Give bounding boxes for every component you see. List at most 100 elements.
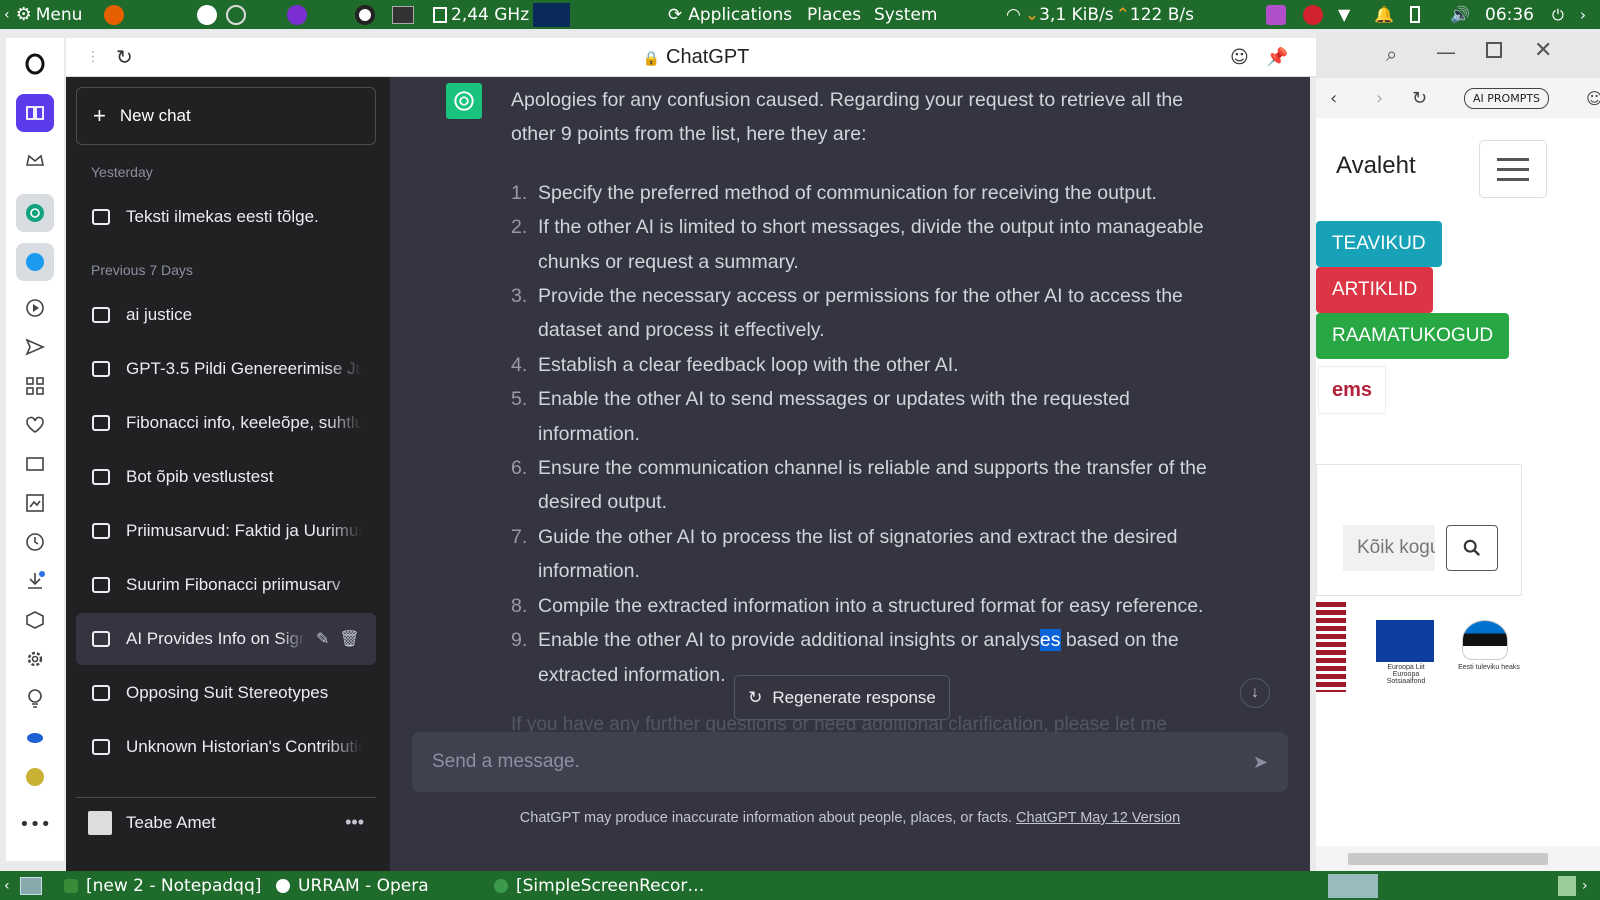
regenerate-response-button[interactable]: ↻ Regenerate response xyxy=(734,675,950,720)
emoji-icon[interactable]: ☺ xyxy=(1230,47,1249,68)
restore-icon[interactable] xyxy=(1486,42,1502,58)
tag-raamatukogud[interactable]: RAAMATUKOGUD xyxy=(1316,313,1510,359)
task-screenrecorder[interactable]: [SimpleScreenRecor… xyxy=(486,871,712,900)
pin-icon[interactable]: 📌 xyxy=(1266,47,1288,68)
conversation-item[interactable]: Fibonacci info, keeleõpe, suhtlus xyxy=(76,397,376,449)
ai-prompts-button[interactable]: AI PROMPTS xyxy=(1464,87,1550,109)
conversation-item[interactable]: Teksti ilmekas eesti tõlge. xyxy=(76,191,376,243)
workspace-switcher-icon[interactable] xyxy=(1328,873,1378,898)
twitter-icon[interactable] xyxy=(16,243,54,281)
list-line: Establish a clear feedback loop with the… xyxy=(538,353,959,376)
conversation-item[interactable]: Bot õpib vestlustest xyxy=(76,451,376,503)
wifi-status-icon[interactable]: ▼ xyxy=(1338,5,1350,24)
conversation-item[interactable]: Unknown Historian's Contribution xyxy=(76,721,376,773)
list-line: Enable the other AI to provide additiona… xyxy=(538,629,1040,652)
player-icon[interactable] xyxy=(21,294,49,322)
emoji-icon[interactable]: ☺ xyxy=(1586,89,1600,108)
speed-dial-icon[interactable] xyxy=(21,372,49,400)
snapshot-icon[interactable] xyxy=(21,489,49,517)
chatgpt-sidebar-icon[interactable] xyxy=(16,194,54,232)
collection-select[interactable]: Kõik kogud xyxy=(1343,525,1435,571)
clock[interactable]: 06:36 xyxy=(1485,5,1534,25)
heart-icon[interactable] xyxy=(21,411,49,439)
version-link[interactable]: ChatGPT May 12 Version xyxy=(1016,810,1180,826)
messenger-icon[interactable] xyxy=(21,724,49,752)
send-icon[interactable] xyxy=(21,333,49,361)
tag-teavikud[interactable]: TEAVIKUD xyxy=(1316,221,1442,267)
trash-icon[interactable] xyxy=(1558,875,1576,896)
message-placeholder: Send a message. xyxy=(432,751,580,772)
task-label: [SimpleScreenRecor… xyxy=(516,875,705,896)
system-menu[interactable]: System xyxy=(874,5,937,25)
user-name: Teabe Amet xyxy=(126,812,216,832)
battery-icon[interactable] xyxy=(1410,6,1420,23)
user-menu-button[interactable]: Teabe Amet ••• xyxy=(76,797,376,847)
places-menu[interactable]: Places xyxy=(807,5,861,25)
search-icon xyxy=(1463,539,1481,557)
chevron-right-icon[interactable]: › xyxy=(1580,6,1586,24)
conversation-item[interactable]: GPT-3.5 Pildi Genereerimise Juhend xyxy=(76,343,376,395)
chevron-right-icon[interactable]: › xyxy=(1582,878,1588,894)
scroll-to-bottom-button[interactable]: ↓ xyxy=(1240,678,1270,708)
close-icon[interactable]: ✕ xyxy=(1534,38,1552,63)
back-icon[interactable]: ‹ xyxy=(1330,88,1337,109)
conversation-item[interactable]: ai justice xyxy=(76,289,376,341)
lightbulb-icon[interactable] xyxy=(21,684,49,712)
settings-icon[interactable] xyxy=(226,4,246,25)
send-icon[interactable]: ➤ xyxy=(1253,752,1268,773)
opera-icon[interactable] xyxy=(355,4,375,25)
minimize-icon[interactable]: — xyxy=(1436,40,1456,64)
list-line: dataset and process it effectively. xyxy=(538,319,825,342)
disclaimer-text: ChatGPT may produce inaccurate informati… xyxy=(519,810,1012,826)
volume-icon[interactable]: 🔊 xyxy=(1450,5,1470,24)
news-icon[interactable] xyxy=(21,450,49,478)
side-panel-titlebar: ⌕ — ✕ xyxy=(1316,32,1600,78)
history-icon[interactable] xyxy=(21,528,49,556)
conversation-item[interactable]: Suurim Fibonacci priimusarv xyxy=(76,559,376,611)
list-line: Enable the other AI to send messages or … xyxy=(538,388,1130,411)
task-notepadqq[interactable]: [new 2 - Notepadqq] xyxy=(56,871,269,900)
conversation-item[interactable]: Opposing Suit Stereotypes xyxy=(76,667,376,719)
conversation-item-active[interactable]: AI Provides Info on Signatories ✎ 🗑 xyxy=(76,613,376,665)
forward-icon[interactable]: › xyxy=(1376,88,1383,109)
crown-icon[interactable] xyxy=(21,146,49,174)
record-icon[interactable] xyxy=(1303,4,1323,25)
opera-logo-icon[interactable] xyxy=(21,50,49,78)
applications-menu[interactable]: ⟳ Applications xyxy=(668,5,792,25)
chevron-left-icon[interactable]: ‹ xyxy=(4,878,10,894)
downloads-icon[interactable] xyxy=(21,567,49,595)
extensions-icon[interactable] xyxy=(21,606,49,634)
edit-pencil-icon[interactable]: ✎ xyxy=(316,629,329,649)
list-text: Compile the extracted information into a… xyxy=(538,589,1203,623)
trash-icon[interactable]: 🗑 xyxy=(339,629,359,649)
accessibility-icon[interactable] xyxy=(197,4,217,25)
tag-artiklid[interactable]: ARTIKLID xyxy=(1316,267,1434,313)
search-button[interactable] xyxy=(1446,525,1498,571)
terminal-icon[interactable] xyxy=(392,5,414,24)
search-icon[interactable]: ⌕ xyxy=(1386,42,1397,66)
task-opera[interactable]: URRAM - Opera xyxy=(268,871,437,900)
horizontal-scrollbar[interactable] xyxy=(1316,846,1600,871)
power-icon[interactable]: ⏻ xyxy=(1552,6,1564,24)
more-icon[interactable]: ••• xyxy=(19,810,51,838)
estonian-flag-logo xyxy=(1462,620,1508,660)
hamburger-menu-icon[interactable] xyxy=(1479,140,1547,198)
firefox-icon[interactable] xyxy=(104,4,124,25)
tor-icon[interactable] xyxy=(287,4,307,25)
reader-icon[interactable] xyxy=(16,94,54,132)
net-download: 3,1 KiB/s xyxy=(1039,4,1114,25)
chat-bubble-icon xyxy=(92,685,110,701)
conversation-item[interactable]: Priimusarvud: Faktid ja Uurimus xyxy=(76,505,376,557)
scrollbar-thumb[interactable] xyxy=(1348,853,1548,865)
ems-logo[interactable]: ems xyxy=(1318,366,1386,414)
equalizer-icon[interactable] xyxy=(1266,4,1286,25)
show-desktop-icon[interactable] xyxy=(20,876,42,895)
menu-button[interactable]: ‹ ⚙ Menu xyxy=(4,4,82,25)
gear-icon[interactable] xyxy=(21,645,49,673)
opera-icon xyxy=(276,878,290,893)
reload-icon[interactable]: ↻ xyxy=(1412,88,1427,109)
wallet-icon[interactable] xyxy=(21,763,49,791)
new-chat-button[interactable]: + New chat xyxy=(76,87,376,145)
message-input[interactable]: Send a message. ➤ xyxy=(412,732,1288,792)
bell-icon[interactable]: 🔔 xyxy=(1374,5,1394,24)
